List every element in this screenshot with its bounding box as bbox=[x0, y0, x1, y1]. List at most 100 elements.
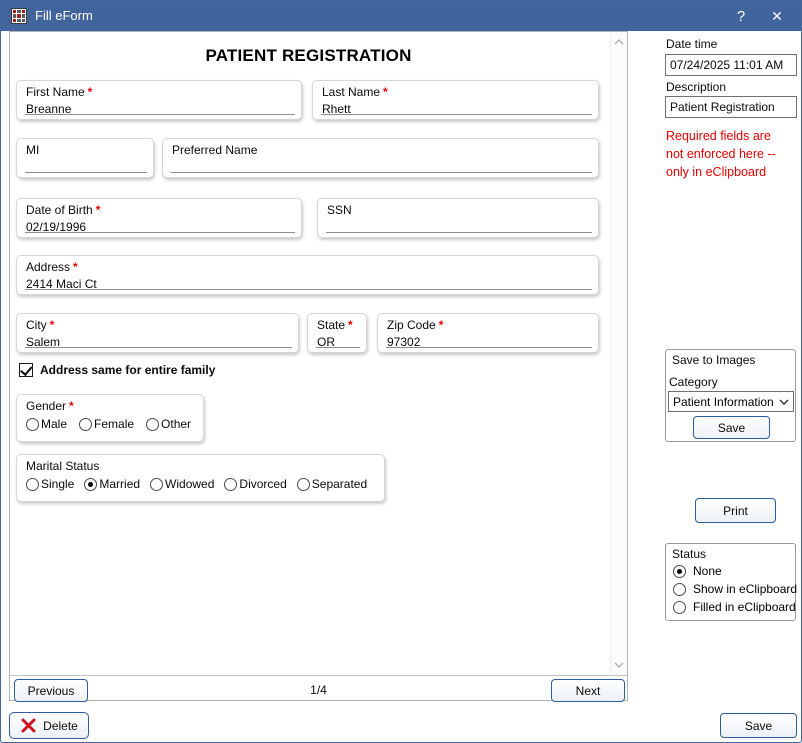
required-fields-warning: Required fields are not enforced here --… bbox=[666, 127, 776, 181]
category-dropdown[interactable]: Patient Information bbox=[668, 391, 794, 412]
datetime-input[interactable]: 07/24/2025 11:01 AM bbox=[665, 54, 797, 76]
eform-panel: PATIENT REGISTRATION First Name* Breanne… bbox=[9, 31, 628, 701]
description-input[interactable]: Patient Registration bbox=[665, 96, 797, 118]
app-grid-icon bbox=[11, 8, 27, 24]
radio-icon[interactable] bbox=[146, 418, 159, 431]
mi-field[interactable]: MI bbox=[16, 138, 154, 178]
print-button[interactable]: Print bbox=[695, 498, 776, 523]
zip-field[interactable]: Zip Code* 97302 bbox=[377, 313, 599, 353]
radio-icon[interactable] bbox=[297, 478, 310, 491]
window-title: Fill eForm bbox=[35, 1, 93, 31]
field-underline bbox=[171, 172, 592, 173]
family-address-checkbox-row: Address same for entire family bbox=[19, 363, 215, 377]
save-to-images-title: Save to Images bbox=[672, 353, 755, 367]
category-label: Category bbox=[669, 375, 718, 389]
required-star: * bbox=[439, 318, 444, 332]
delete-label: Delete bbox=[43, 719, 78, 733]
form-scrollbar[interactable] bbox=[610, 32, 627, 675]
save-to-images-group: Save to Images Category Patient Informat… bbox=[665, 349, 796, 442]
preferred-name-field[interactable]: Preferred Name bbox=[162, 138, 599, 178]
radio-icon[interactable] bbox=[224, 478, 237, 491]
radio-icon[interactable] bbox=[673, 601, 686, 614]
mi-label: MI bbox=[26, 143, 39, 157]
red-x-icon bbox=[20, 717, 37, 734]
state-label: State bbox=[317, 318, 345, 332]
first-name-label: First Name bbox=[26, 85, 85, 99]
marital-option-divorced[interactable]: Divorced bbox=[224, 477, 286, 491]
city-label: City bbox=[26, 318, 47, 332]
radio-icon-selected[interactable] bbox=[84, 478, 97, 491]
zip-label: Zip Code bbox=[387, 318, 436, 332]
field-underline bbox=[386, 347, 592, 348]
city-field[interactable]: City* Salem bbox=[16, 313, 299, 353]
last-name-field[interactable]: Last Name* Rhett bbox=[312, 80, 599, 120]
help-icon[interactable]: ? bbox=[727, 1, 755, 31]
radio-icon-selected[interactable] bbox=[673, 565, 686, 578]
field-underline bbox=[25, 172, 147, 173]
datetime-label: Date time bbox=[666, 37, 717, 51]
gender-group: Gender* Male Female Other bbox=[16, 394, 204, 442]
save-to-images-button[interactable]: Save bbox=[693, 416, 770, 439]
required-star: * bbox=[50, 318, 55, 332]
address-label: Address bbox=[26, 260, 70, 274]
marital-option-single[interactable]: Single bbox=[26, 477, 74, 491]
state-field[interactable]: State* OR bbox=[307, 313, 367, 353]
save-button[interactable]: Save bbox=[720, 713, 797, 738]
required-star: * bbox=[96, 203, 101, 217]
required-star: * bbox=[348, 318, 353, 332]
field-underline bbox=[25, 289, 592, 290]
marital-status-group: Marital Status Single Married Widowed Di… bbox=[16, 454, 385, 502]
radio-icon[interactable] bbox=[26, 418, 39, 431]
required-star: * bbox=[73, 260, 78, 274]
marital-option-separated[interactable]: Separated bbox=[297, 477, 367, 491]
required-star: * bbox=[88, 85, 93, 99]
fill-eform-window: Fill eForm ? ✕ PATIENT REGISTRATION Firs… bbox=[0, 0, 802, 743]
first-name-field[interactable]: First Name* Breanne bbox=[16, 80, 302, 120]
marital-option-married[interactable]: Married bbox=[84, 477, 140, 491]
last-name-label: Last Name bbox=[322, 85, 380, 99]
status-option-filled-in-eclipboard[interactable]: Filled in eClipboard bbox=[673, 600, 796, 614]
title-bar: Fill eForm ? ✕ bbox=[1, 1, 801, 31]
page-indicator: 1/4 bbox=[10, 683, 627, 697]
ssn-label: SSN bbox=[327, 203, 352, 217]
field-underline bbox=[316, 347, 360, 348]
delete-button[interactable]: Delete bbox=[9, 712, 89, 739]
gender-option-other[interactable]: Other bbox=[146, 417, 191, 431]
scroll-up-icon[interactable] bbox=[611, 34, 627, 50]
ssn-field[interactable]: SSN bbox=[317, 198, 599, 238]
radio-icon[interactable] bbox=[150, 478, 163, 491]
next-button[interactable]: Next bbox=[551, 679, 625, 702]
close-icon[interactable]: ✕ bbox=[763, 1, 791, 31]
status-title: Status bbox=[672, 547, 706, 561]
field-underline bbox=[321, 114, 592, 115]
dob-label: Date of Birth bbox=[26, 203, 93, 217]
field-underline bbox=[25, 347, 292, 348]
status-option-show-in-eclipboard[interactable]: Show in eClipboard bbox=[673, 582, 797, 596]
category-value: Patient Information bbox=[673, 395, 774, 409]
family-address-checkbox[interactable] bbox=[19, 363, 33, 377]
required-star: * bbox=[69, 399, 74, 413]
status-group: Status None Show in eClipboard Filled in… bbox=[665, 543, 796, 621]
radio-icon[interactable] bbox=[79, 418, 92, 431]
marital-status-label: Marital Status bbox=[26, 459, 99, 473]
radio-icon[interactable] bbox=[26, 478, 39, 491]
form-scroll-area: PATIENT REGISTRATION First Name* Breanne… bbox=[10, 32, 627, 676]
family-address-label: Address same for entire family bbox=[40, 363, 215, 377]
gender-option-female[interactable]: Female bbox=[79, 417, 134, 431]
gender-option-male[interactable]: Male bbox=[26, 417, 67, 431]
address-field[interactable]: Address* 2414 Maci Ct bbox=[16, 255, 599, 295]
field-underline bbox=[25, 232, 295, 233]
status-option-none[interactable]: None bbox=[673, 564, 722, 578]
gender-label: Gender bbox=[26, 399, 66, 413]
scroll-down-icon[interactable] bbox=[611, 657, 627, 673]
form-title: PATIENT REGISTRATION bbox=[10, 46, 607, 66]
chevron-down-icon bbox=[779, 399, 789, 405]
preferred-name-label: Preferred Name bbox=[172, 143, 257, 157]
field-underline bbox=[25, 114, 295, 115]
dob-field[interactable]: Date of Birth* 02/19/1996 bbox=[16, 198, 302, 238]
field-underline bbox=[326, 232, 592, 233]
radio-icon[interactable] bbox=[673, 583, 686, 596]
marital-option-widowed[interactable]: Widowed bbox=[150, 477, 214, 491]
description-label: Description bbox=[666, 80, 726, 94]
required-star: * bbox=[383, 85, 388, 99]
